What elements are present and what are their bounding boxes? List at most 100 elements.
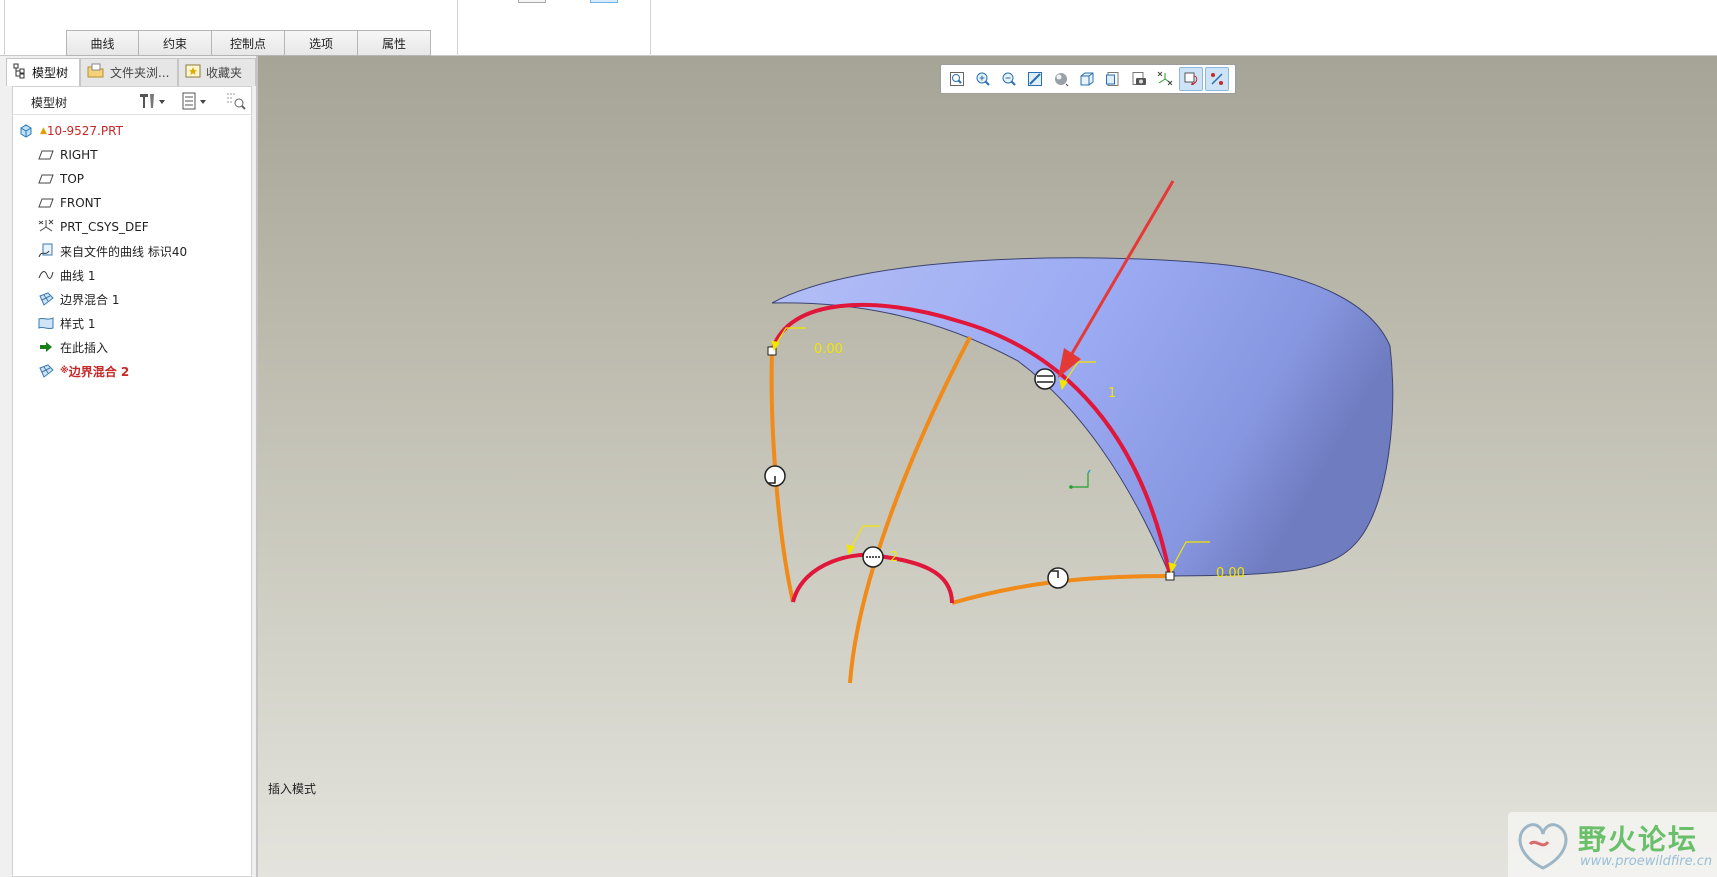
tab-properties[interactable]: 属性 xyxy=(358,30,431,56)
boundary-blend-icon xyxy=(37,363,55,379)
forum-logo-icon xyxy=(1518,823,1568,870)
datum-plane-icon xyxy=(37,171,55,187)
tab-favorites[interactable]: 收藏夹 xyxy=(178,58,256,86)
tab-model-tree[interactable]: 模型树 xyxy=(6,58,80,86)
curve-from-file-icon xyxy=(37,243,55,259)
second-direction-curve-middle[interactable] xyxy=(848,336,972,684)
model-tree-icon xyxy=(13,63,27,82)
datum-plane-icon xyxy=(37,147,55,163)
model-tree: 模型树 ▲ 10-9527.PRT RIGHT TOP FRONT PRT_CS… xyxy=(12,86,252,877)
regenerate-marker-icon: ※ xyxy=(60,366,69,376)
tree-item-boundary-blend-1[interactable]: 边界混合 1 xyxy=(37,288,119,310)
folder-browser-icon xyxy=(87,63,105,82)
tab-control-points[interactable]: 控制点 xyxy=(212,30,285,56)
datum-display-button[interactable] xyxy=(1153,67,1177,91)
tree-item-label: 曲线 1 xyxy=(60,268,96,283)
tree-item-boundary-blend-2[interactable]: ※ 边界混合 2 xyxy=(37,360,129,382)
tab-label: 收藏夹 xyxy=(206,66,243,80)
zoom-in-button[interactable] xyxy=(971,67,995,91)
repaint-button[interactable] xyxy=(1023,67,1047,91)
tree-item-right-plane[interactable]: RIGHT xyxy=(37,144,98,166)
tree-item-label: 来自文件的曲线 标识40 xyxy=(60,244,188,259)
navigator-tabs: 模型树 文件夹浏... 收藏夹 xyxy=(6,58,256,86)
model-scene xyxy=(764,180,1394,684)
model-tree-title: 模型树 xyxy=(31,96,68,110)
graphics-window[interactable]: 0.00 1 2 0.00 插入模式 xyxy=(258,56,1717,877)
zoom-out-icon xyxy=(1002,72,1016,86)
tab-label: 文件夹浏... xyxy=(110,66,170,80)
graphics-toolbar xyxy=(940,64,1236,94)
repaint-icon xyxy=(1028,72,1042,86)
insert-here-arrow-icon xyxy=(37,339,55,355)
insert-mode-label: 插入模式 xyxy=(268,782,317,796)
constraint-handle[interactable] xyxy=(1047,567,1069,589)
view-manager-button[interactable] xyxy=(1101,67,1125,91)
tree-item-label: 样式 1 xyxy=(60,316,96,331)
dashboard-divider xyxy=(650,0,651,56)
named-views-icon xyxy=(1132,72,1146,85)
tree-item-label: PRT_CSYS_DEF xyxy=(60,220,149,234)
tree-item-curve-from-file[interactable]: 来自文件的曲线 标识40 xyxy=(37,240,187,262)
tree-item-label: 边界混合 2 xyxy=(68,364,130,379)
display-style-button[interactable] xyxy=(1049,67,1073,91)
refit-button[interactable] xyxy=(945,67,969,91)
dashboard-control-stub[interactable] xyxy=(518,0,546,3)
tab-curves[interactable]: 曲线 xyxy=(66,30,139,56)
tree-item-label: 在此插入 xyxy=(60,340,109,355)
dashboard-tab-row: 曲线 约束 控制点 选项 属性 xyxy=(66,30,431,56)
forum-watermark: 野火论坛 www.proewildfire.cn xyxy=(1508,812,1717,877)
boundary-blend-icon xyxy=(37,291,55,307)
dashboard-control-stub-selected[interactable] xyxy=(590,0,618,3)
tree-item-label: RIGHT xyxy=(60,148,98,162)
constraint-handle[interactable] xyxy=(862,546,884,568)
forum-title: 野火论坛 xyxy=(1578,823,1699,856)
curve-icon xyxy=(37,267,55,283)
view-manager-icon xyxy=(1106,72,1119,86)
show-menu-icon[interactable] xyxy=(181,92,211,110)
direction-label-2: 2 xyxy=(890,550,899,565)
named-views-button[interactable] xyxy=(1127,67,1151,91)
warning-icon: ▲ xyxy=(40,126,47,136)
style-icon xyxy=(37,315,55,331)
tree-item-style-1[interactable]: 样式 1 xyxy=(37,312,95,334)
tree-item-insert-here[interactable]: 在此插入 xyxy=(37,336,108,358)
csys-triad-icon xyxy=(1069,469,1091,489)
spin-center-icon xyxy=(1184,72,1198,85)
refit-icon xyxy=(950,72,964,86)
tree-item-top-plane[interactable]: TOP xyxy=(37,168,84,190)
part-icon xyxy=(17,123,35,139)
tree-item-front-plane[interactable]: FRONT xyxy=(37,192,101,214)
model-tree-header: 模型树 xyxy=(13,87,251,115)
tree-item-csys[interactable]: PRT_CSYS_DEF xyxy=(37,216,149,238)
constraint-handle[interactable] xyxy=(764,465,786,487)
tree-item-label: 10-9527.PRT xyxy=(46,124,123,138)
tangent-value-bottom-right: 0.00 xyxy=(1216,566,1245,581)
curve-endpoint-handle[interactable] xyxy=(1165,571,1175,581)
zoom-in-icon xyxy=(976,72,990,86)
annotation-display-icon xyxy=(1211,73,1223,85)
dashboard: 曲线 约束 控制点 选项 属性 xyxy=(0,0,1717,56)
datum-plane-icon xyxy=(37,195,55,211)
tree-item-part[interactable]: ▲ 10-9527.PRT xyxy=(17,120,123,142)
spin-center-button[interactable] xyxy=(1179,67,1203,91)
saved-orientations-button[interactable] xyxy=(1075,67,1099,91)
annotation-display-button[interactable] xyxy=(1205,67,1229,91)
navigator-panel: 模型树 文件夹浏... 收藏夹 模型树 ▲ 10-9527.PRT RIGHT … xyxy=(0,56,258,877)
tab-folder-browser[interactable]: 文件夹浏... xyxy=(80,58,178,86)
coordinate-system-icon xyxy=(37,219,55,235)
direction-label-1: 1 xyxy=(1108,386,1117,401)
window-edge xyxy=(4,0,5,56)
tab-constraints[interactable]: 约束 xyxy=(139,30,212,56)
display-style-icon xyxy=(1055,73,1069,87)
tree-item-label: FRONT xyxy=(60,196,101,210)
constraint-handle[interactable] xyxy=(1034,368,1056,390)
search-tree-icon[interactable] xyxy=(225,92,247,110)
settings-tools-icon[interactable] xyxy=(137,92,167,110)
tab-label: 模型树 xyxy=(32,66,69,80)
tab-options[interactable]: 选项 xyxy=(285,30,358,56)
tree-item-curve-1[interactable]: 曲线 1 xyxy=(37,264,95,286)
saved-orientations-icon xyxy=(1080,72,1094,86)
favorites-icon xyxy=(185,63,201,82)
zoom-out-button[interactable] xyxy=(997,67,1021,91)
forum-url: www.proewildfire.cn xyxy=(1580,854,1713,869)
